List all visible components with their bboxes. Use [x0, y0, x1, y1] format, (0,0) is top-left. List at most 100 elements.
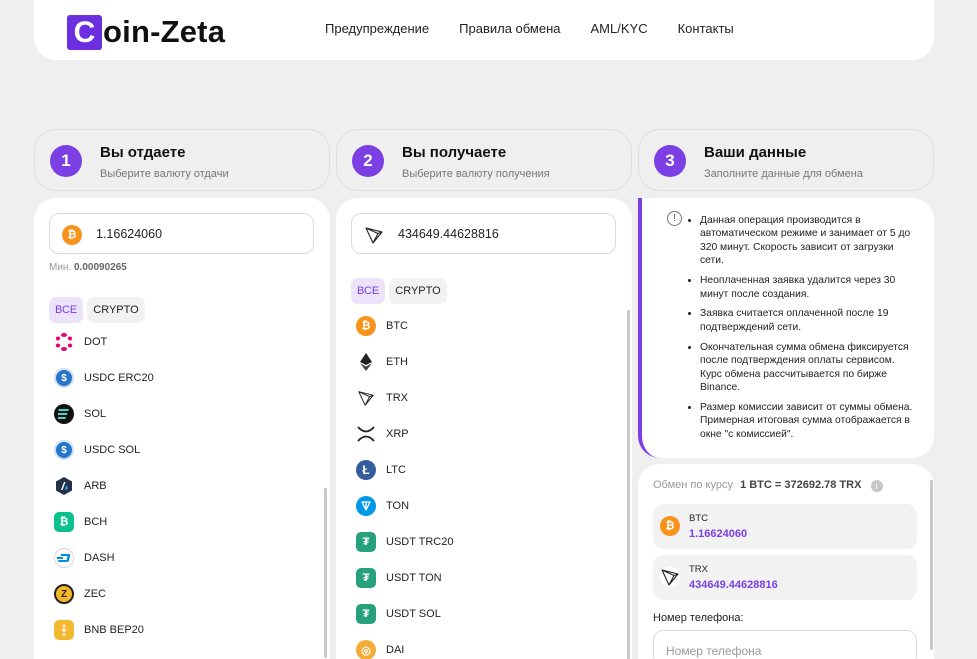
rate-info-icon[interactable]: i — [870, 480, 883, 492]
step-subtitle: Заполните данные для обмена — [704, 168, 863, 180]
receive-filter: ВСЕ CRYPTO — [351, 278, 447, 304]
coin-label: USDT TRC20 — [386, 536, 454, 548]
info-item: Неоплаченная заявка удалится через 30 ми… — [700, 274, 915, 301]
litecoin-icon: Ł — [356, 460, 376, 480]
coin-row-usdc-sol[interactable]: $ USDC SOL — [49, 432, 154, 468]
phone-input[interactable]: Номер телефона — [653, 630, 917, 659]
info-item: Данная операция производится в автоматич… — [700, 214, 915, 268]
coin-row-ton[interactable]: TON — [351, 488, 453, 524]
coin-row-dash[interactable]: DASH — [49, 540, 154, 576]
rate-label: Обмен по курсу — [653, 479, 733, 491]
coin-row-sol[interactable]: SOL — [49, 396, 154, 432]
tron-icon — [660, 567, 680, 587]
zcash-icon: Z — [54, 584, 74, 604]
solana-icon — [54, 404, 74, 424]
exchange-rate: Обмен по курсу 1 BTC = 372692.78 TRX i — [653, 479, 883, 492]
filter-all[interactable]: ВСЕ — [351, 278, 386, 304]
summary-panel: Обмен по курсу 1 BTC = 372692.78 TRX i ₿… — [638, 464, 934, 659]
filter-crypto[interactable]: CRYPTO — [87, 297, 145, 323]
coin-label: USDC ERC20 — [84, 372, 154, 384]
coin-row-usdt-trc20[interactable]: ₮ USDT TRC20 — [351, 524, 453, 560]
receive-list-scrollbar[interactable] — [627, 310, 630, 659]
nav-contacts[interactable]: Контакты — [678, 21, 734, 36]
coin-row-zec[interactable]: Z ZEC — [49, 576, 154, 612]
step-number: 1 — [50, 145, 82, 177]
coin-label: DAI — [386, 644, 405, 656]
coin-row-trx[interactable]: TRX — [351, 380, 453, 416]
summary-get-card: TRX 434649.44628816 — [653, 555, 917, 600]
summary-get-amount: 434649.44628816 — [689, 579, 778, 591]
step-title: Вы получаете — [402, 144, 507, 161]
coin-label: BCH — [84, 516, 108, 528]
coin-label: DOT — [84, 336, 108, 348]
summary-get-currency: TRX — [689, 564, 708, 575]
tron-icon — [364, 225, 384, 245]
summary-give-currency: BTC — [689, 513, 708, 524]
phone-label: Номер телефона: — [653, 612, 744, 624]
min-label: Мин. — [49, 262, 72, 273]
coin-label: USDC SOL — [84, 444, 141, 456]
rate-value: 1 BTC = 372692.78 TRX — [740, 479, 862, 491]
main-nav: Предупреждение Правила обмена AML/KYC Ко… — [325, 21, 734, 36]
min-value: 0.00090265 — [74, 262, 127, 273]
tron-icon — [356, 388, 376, 408]
step-receive: 2 Вы получаете Выберите валюту получения — [336, 129, 632, 191]
coin-row-usdc-erc20[interactable]: $ USDC ERC20 — [49, 360, 154, 396]
coin-row-bnb[interactable]: BNB BEP20 — [49, 612, 154, 648]
nav-aml-kyc[interactable]: AML/KYC — [591, 21, 648, 36]
receive-amount-input[interactable]: 434649.44628816 — [351, 213, 616, 254]
dai-icon: ◎ — [356, 640, 376, 659]
filter-crypto[interactable]: CRYPTO — [389, 278, 447, 304]
header: C oin-Zeta Предупреждение Правила обмена… — [34, 0, 934, 60]
give-list-scrollbar[interactable] — [324, 488, 327, 658]
coin-row-arb[interactable]: ARB — [49, 468, 154, 504]
coin-label: BNB BEP20 — [84, 624, 144, 636]
coin-label: USDT SOL — [386, 608, 441, 620]
coin-label: DASH — [84, 552, 115, 564]
coin-row-xrp[interactable]: XRP — [351, 416, 453, 452]
coin-label: ARB — [84, 480, 107, 492]
coin-row-usdt-ton[interactable]: ₮ USDT TON — [351, 560, 453, 596]
coin-row-usdt-sol[interactable]: ₮ USDT SOL — [351, 596, 453, 632]
min-amount: Мин. 0.00090265 — [49, 262, 127, 273]
dash-icon — [54, 548, 74, 568]
nav-exchange-rules[interactable]: Правила обмена — [459, 21, 560, 36]
xrp-icon — [356, 424, 376, 444]
nav-warning[interactable]: Предупреждение — [325, 21, 429, 36]
coin-row-eth[interactable]: ETH — [351, 344, 453, 380]
give-amount-value: 1.16624060 — [96, 227, 163, 241]
summary-give-amount: 1.16624060 — [689, 528, 748, 540]
receive-amount-value: 434649.44628816 — [398, 227, 499, 241]
logo[interactable]: C oin-Zeta — [67, 14, 225, 50]
info-item: Размер комиссии зависит от суммы обмена.… — [700, 401, 915, 441]
coin-row-dot[interactable]: DOT — [49, 324, 154, 360]
info-item: Заявка считается оплаченной после 19 под… — [700, 307, 915, 334]
step-number: 2 — [352, 145, 384, 177]
tether-icon: ₮ — [356, 568, 376, 588]
coin-row-bch[interactable]: ₿ BCH — [49, 504, 154, 540]
info-icon: ! — [667, 211, 682, 226]
arbitrum-icon — [54, 476, 74, 496]
step-data: 3 Ваши данные Заполните данные для обмен… — [638, 129, 934, 191]
polkadot-icon — [54, 332, 74, 352]
summary-give-card: ₿ BTC 1.16624060 — [653, 504, 917, 549]
coin-label: ZEC — [84, 588, 106, 600]
tether-icon: ₮ — [356, 604, 376, 624]
logo-mark: C — [67, 14, 102, 50]
step-subtitle: Выберите валюту получения — [402, 168, 550, 180]
page-scrollbar[interactable] — [930, 480, 933, 650]
info-list: Данная операция производится в автоматич… — [700, 214, 915, 448]
step-give: 1 Вы отдаете Выберите валюту отдачи — [34, 129, 330, 191]
bitcoin-icon: ₿ — [660, 516, 680, 536]
info-item: Окончательная сумма обмена фиксируется п… — [700, 341, 915, 395]
usdc-icon: $ — [54, 440, 74, 460]
coin-row-ltc[interactable]: Ł LTC — [351, 452, 453, 488]
give-amount-input[interactable]: ₿ 1.16624060 — [49, 213, 314, 254]
coin-row-dai[interactable]: ◎ DAI — [351, 632, 453, 659]
coin-row-btc[interactable]: ₿ BTC — [351, 308, 453, 344]
filter-all[interactable]: ВСЕ — [49, 297, 84, 323]
coin-label: TRX — [386, 392, 408, 404]
info-panel: ! Данная операция производится в автомат… — [638, 198, 934, 458]
bnb-icon — [54, 620, 74, 640]
phone-placeholder: Номер телефона — [666, 644, 762, 658]
